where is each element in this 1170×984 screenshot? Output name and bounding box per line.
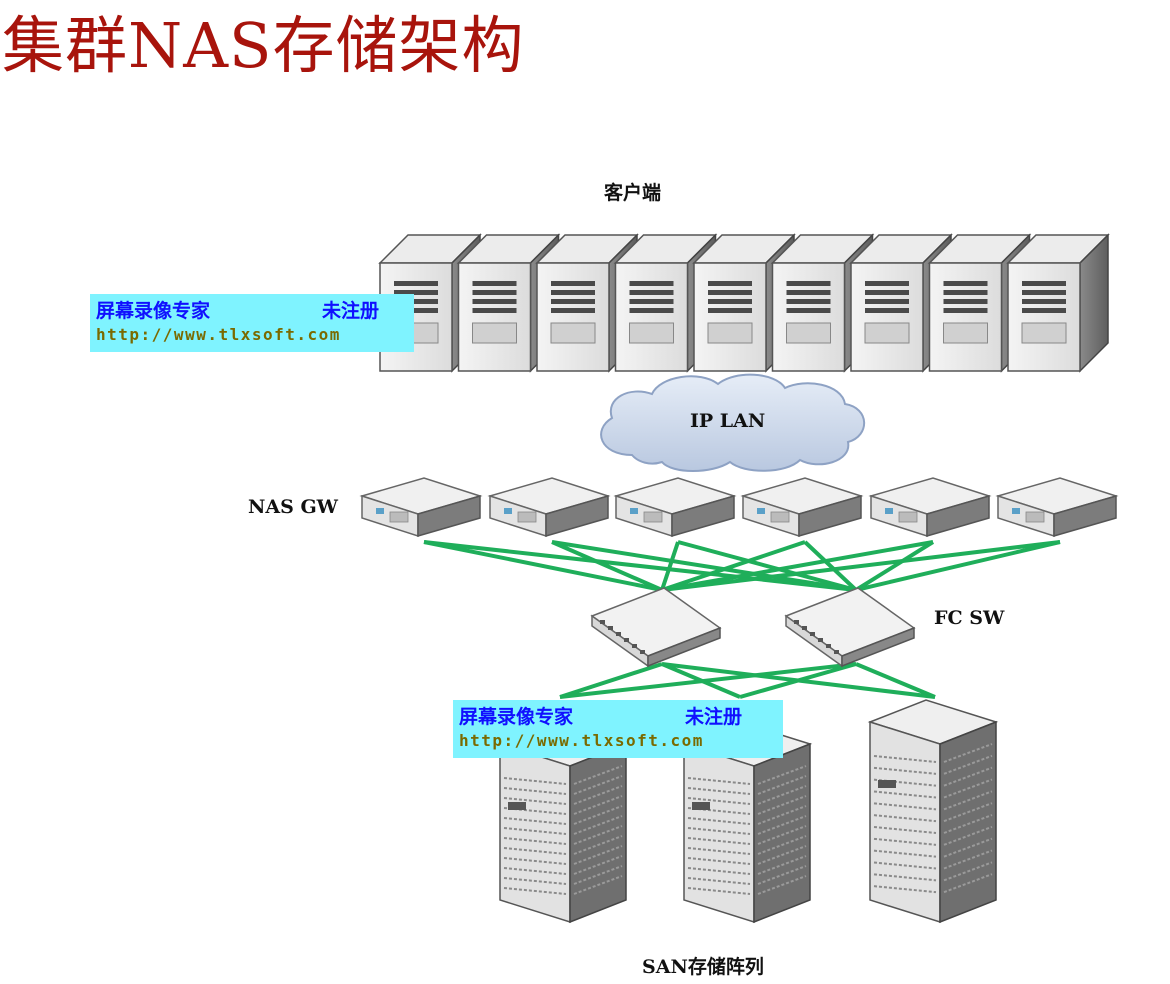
watermark-title: 屏幕录像专家	[459, 706, 574, 728]
nas-gateway	[740, 477, 864, 538]
fc-link	[660, 541, 680, 591]
ip-lan-label: IP LAN	[690, 410, 766, 432]
fc-link	[661, 540, 1061, 592]
architecture-diagram	[359, 233, 1119, 924]
client-servers-group	[378, 233, 1110, 373]
client-server	[1006, 233, 1110, 373]
watermark-url: http://www.tlxsoft.com	[459, 731, 704, 750]
fc-switch	[590, 587, 722, 668]
nas-gateway	[995, 477, 1119, 538]
nas-gateway	[868, 477, 992, 538]
nas-gateway	[487, 477, 611, 538]
watermark-title: 屏幕录像专家	[96, 300, 211, 322]
watermark-status: 未注册	[685, 706, 743, 728]
watermark-banner: 屏幕录像专家 未注册 http://www.tlxsoft.com	[90, 294, 414, 352]
san-label: SAN存储阵列	[642, 956, 764, 978]
nas-gateways-group	[359, 477, 1119, 538]
watermark-status: 未注册	[322, 300, 380, 322]
watermark-url: http://www.tlxsoft.com	[96, 325, 341, 344]
nas-gw-label: NAS GW	[248, 496, 339, 518]
nas-gateway	[613, 477, 737, 538]
fc-switches-group	[590, 587, 916, 668]
watermark-banner: 屏幕录像专家 未注册 http://www.tlxsoft.com	[453, 700, 783, 758]
clients-label: 客户端	[604, 182, 662, 204]
fc-sw-label: FC SW	[934, 607, 1005, 629]
nas-gateway	[359, 477, 483, 538]
san-array	[867, 699, 999, 924]
fc-switch	[784, 587, 916, 668]
